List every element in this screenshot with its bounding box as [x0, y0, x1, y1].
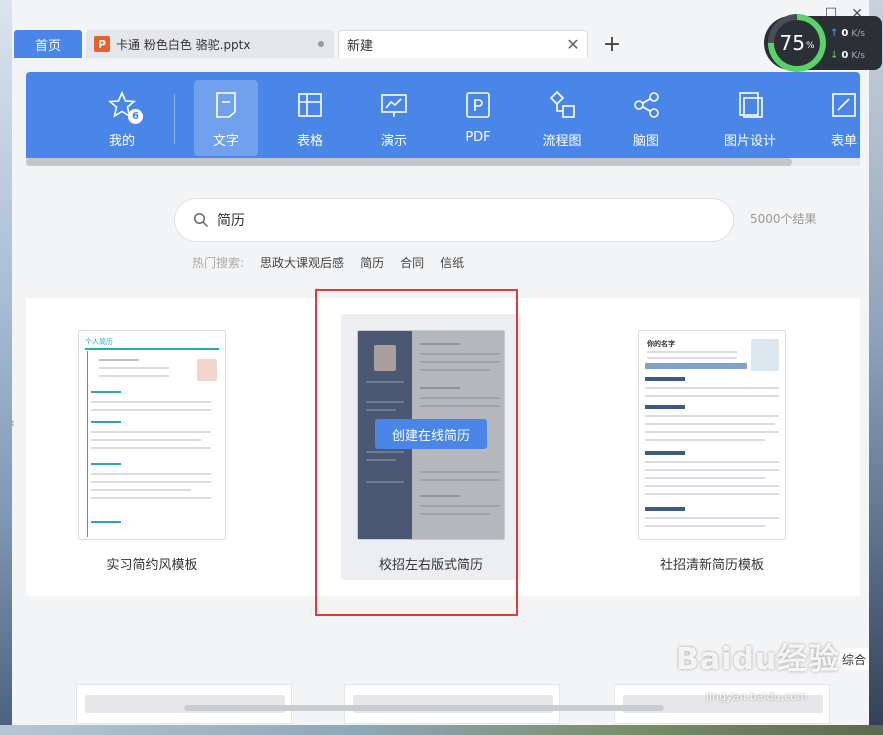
- sort-comprehensive-tag[interactable]: 综合: [839, 648, 869, 670]
- hot-search-item[interactable]: 信纸: [440, 254, 464, 271]
- scroll-left-icon[interactable]: ‹: [12, 416, 15, 430]
- category-label: 我的: [108, 134, 135, 149]
- upload-arrow-icon: ↑: [830, 28, 839, 39]
- template-card[interactable]: 个人简历 实习简约风模板: [62, 314, 242, 580]
- category-presentation[interactable]: 演示: [362, 80, 426, 156]
- tab-new-label: 新建: [347, 39, 374, 54]
- category-divider: [174, 94, 175, 144]
- template-card[interactable]: 你的名字 社招清新简历模板: [622, 314, 802, 580]
- category-scrollbar[interactable]: [26, 158, 792, 166]
- form-icon: [829, 90, 859, 120]
- hot-searches: 热门搜索: 思政大课观后感 简历 合同 信纸: [192, 254, 464, 271]
- tab-new[interactable]: 新建 ✕: [338, 30, 588, 58]
- speed-unit: K/s: [851, 28, 865, 39]
- table-icon: [295, 90, 325, 120]
- category-flowchart[interactable]: 流程图: [530, 80, 594, 156]
- category-text[interactable]: 文字: [194, 80, 258, 156]
- category-label: 文字: [212, 134, 239, 149]
- category-label: 表单: [830, 134, 857, 149]
- category-form[interactable]: 表单: [812, 80, 860, 156]
- horizontal-scrollbar[interactable]: [184, 705, 664, 711]
- memory-percent: 75: [779, 31, 805, 55]
- category-label: 图片设计: [723, 134, 776, 149]
- category-label: 流程图: [542, 134, 582, 149]
- hot-search-item[interactable]: 合同: [400, 254, 424, 271]
- category-table[interactable]: 表格: [278, 80, 342, 156]
- pdf-icon: [463, 90, 493, 120]
- download-speed: ↓ 0 K/s: [830, 50, 865, 61]
- doc-icon: [211, 90, 241, 120]
- image-design-icon: [735, 90, 765, 120]
- template-label: 实习简约风模板: [106, 558, 198, 573]
- download-arrow-icon: ↓: [830, 50, 839, 61]
- star-icon: 6: [107, 90, 143, 124]
- baidu-watermark: Baidu经验: [676, 642, 840, 677]
- download-value: 0: [841, 50, 849, 61]
- category-mine[interactable]: 6 我的: [90, 80, 154, 156]
- highlight-annotation: [315, 289, 518, 616]
- desktop-bottom-edge: [0, 725, 883, 735]
- mindmap-icon: [631, 90, 661, 120]
- category-bar: 6 我的 文字 表格 演示 PDF 流程图 脑图 图片设计 表单: [26, 72, 860, 164]
- desktop-right-edge: [869, 0, 883, 735]
- upload-speed: ↑ 0 K/s: [830, 28, 865, 39]
- category-label: 演示: [380, 134, 407, 149]
- search-input[interactable]: 简历: [217, 210, 245, 230]
- category-label: 脑图: [632, 134, 659, 149]
- unsaved-dot-icon: [318, 41, 324, 47]
- presentation-icon: [379, 90, 409, 120]
- tab-bar: 首页 P 卡通 粉色白色 骆驼.pptx 新建 ✕ + ☐ ✕: [12, 0, 869, 62]
- upload-value: 0: [841, 28, 849, 39]
- category-pdf[interactable]: PDF: [446, 80, 510, 156]
- template-placeholder: [344, 684, 560, 724]
- category-mindmap[interactable]: 脑图: [614, 80, 678, 156]
- hot-search-item[interactable]: 简历: [360, 254, 384, 271]
- category-label: 表格: [296, 134, 323, 149]
- hot-search-item[interactable]: 思政大课观后感: [260, 254, 344, 271]
- tab-document[interactable]: P 卡通 粉色白色 骆驼.pptx: [86, 30, 334, 58]
- template-placeholder: [76, 684, 292, 724]
- search-icon: [193, 212, 209, 228]
- thumb-title: 个人简历: [85, 338, 113, 346]
- watermark-url: jingyan.baidu.com: [706, 690, 808, 703]
- close-tab-icon[interactable]: ✕: [563, 35, 583, 55]
- tab-home[interactable]: 首页: [14, 30, 82, 58]
- speed-unit: K/s: [851, 50, 865, 61]
- template-label: 社招清新简历模板: [659, 558, 764, 573]
- result-count: 5000个结果: [750, 212, 817, 226]
- category-label: PDF: [465, 130, 491, 145]
- memory-usage-gauge[interactable]: 75%: [768, 14, 826, 72]
- hot-search-label: 热门搜索:: [192, 256, 245, 270]
- template-thumbnail: 你的名字: [638, 330, 786, 540]
- flowchart-icon: [547, 90, 577, 120]
- thumb-title: 你的名字: [647, 340, 675, 348]
- tab-document-label: 卡通 粉色白色 骆驼.pptx: [116, 37, 251, 52]
- category-image-design[interactable]: 图片设计: [712, 80, 788, 156]
- search-box[interactable]: 简历: [174, 198, 734, 242]
- desktop-left-edge: [0, 0, 12, 735]
- template-thumbnail: 个人简历: [78, 330, 226, 540]
- category-badge: 6: [128, 109, 143, 124]
- add-tab-button[interactable]: +: [600, 32, 624, 57]
- pptx-file-icon: P: [94, 36, 110, 52]
- percent-unit: %: [805, 41, 815, 51]
